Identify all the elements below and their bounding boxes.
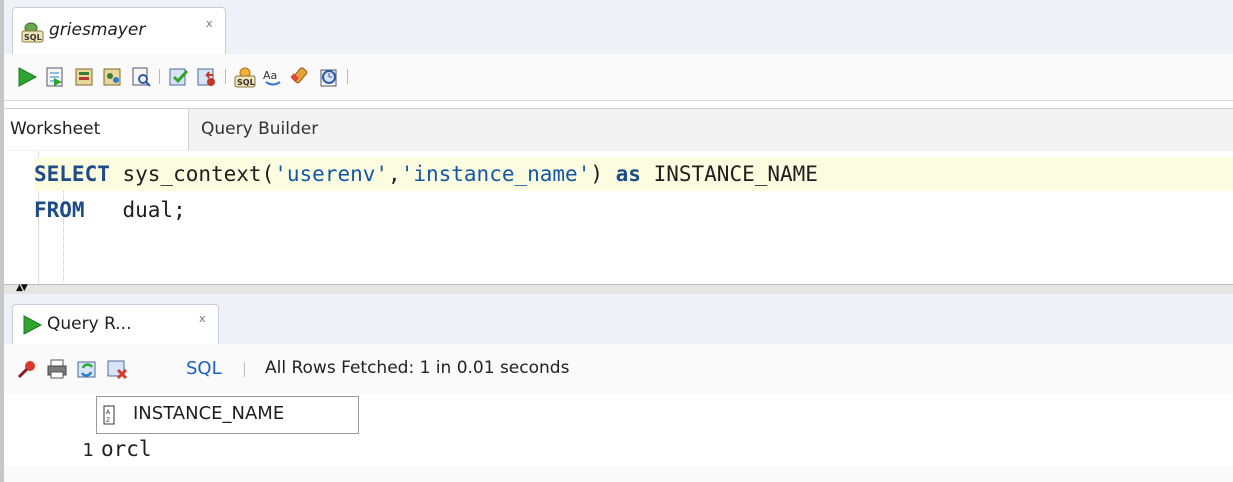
splitter-arrows-icon[interactable]: ▲▼ <box>16 284 28 293</box>
editor-tab-strip: SQL griesmayer x <box>4 0 1233 55</box>
print-icon[interactable] <box>46 358 68 380</box>
toolbar-separator <box>244 362 245 377</box>
tab-query-builder-label: Query Builder <box>201 119 319 139</box>
column-alias: INSTANCE_NAME <box>640 162 818 186</box>
sql-editor[interactable]: SELECT sys_context('userenv','instance_n… <box>4 151 1233 284</box>
cell-value: orcl <box>101 437 152 461</box>
function-call: sys_context( <box>109 162 275 186</box>
close-tab-icon[interactable]: x <box>199 312 206 325</box>
explain-plan-icon[interactable] <box>102 66 124 88</box>
worksheet-subtabs: Worksheet Query Builder <box>4 108 1233 152</box>
table-name: dual; <box>84 198 186 222</box>
sql-link[interactable]: SQL <box>186 358 222 379</box>
refresh-icon[interactable] <box>76 358 98 380</box>
keyword-select: SELECT <box>34 162 110 186</box>
comma: , <box>388 162 401 186</box>
sql-tuning-icon[interactable] <box>130 66 152 88</box>
commit-icon[interactable] <box>168 66 190 88</box>
results-toolbar: SQL All Rows Fetched: 1 in 0.01 seconds <box>4 344 1233 395</box>
grid-empty-area <box>4 466 1233 482</box>
row-number: 1 <box>82 440 94 461</box>
toolbar-separator <box>347 69 348 84</box>
keyword-as: as <box>615 162 641 186</box>
svg-text:Z: Z <box>106 417 110 424</box>
freeze-icon[interactable] <box>106 358 128 380</box>
sort-az-icon[interactable]: AZ <box>103 405 115 429</box>
table-cell[interactable]: orcl <box>96 434 358 466</box>
keyword-from: FROM <box>34 198 85 222</box>
column-header-label: INSTANCE_NAME <box>133 403 285 424</box>
string-literal: 'userenv' <box>274 162 389 186</box>
worksheet-toolbar: SQL Aa <box>4 54 1233 101</box>
results-grid: AZ INSTANCE_NAME 1 orcl <box>4 394 1233 482</box>
tab-worksheet[interactable]: Worksheet <box>4 109 189 150</box>
run-statement-icon[interactable] <box>16 66 38 88</box>
toolbar-separator <box>159 69 160 84</box>
unshared-sql-icon[interactable]: SQL <box>234 66 256 88</box>
to-upper-lower-icon[interactable]: Aa <box>262 66 284 88</box>
tab-worksheet-label: Worksheet <box>10 119 101 139</box>
query-result-tab-label: Query R... <box>47 314 132 334</box>
svg-text:SQL: SQL <box>24 33 42 42</box>
pin-icon[interactable] <box>16 358 38 380</box>
paren-close: ) <box>590 162 616 186</box>
worksheet-tab[interactable]: SQL griesmayer x <box>12 7 226 54</box>
svg-text:SQL: SQL <box>237 78 255 87</box>
code-line-2: FROM dual; <box>34 193 1233 227</box>
tab-query-builder[interactable]: Query Builder <box>201 109 318 150</box>
toolbar-separator <box>225 69 226 84</box>
worksheet-tab-label: griesmayer <box>49 20 146 40</box>
sql-connection-icon: SQL <box>21 22 45 48</box>
query-result-tab[interactable]: Query R... x <box>12 304 219 345</box>
history-icon[interactable] <box>318 66 340 88</box>
clear-icon[interactable] <box>290 66 312 88</box>
string-literal: 'instance_name' <box>400 162 591 186</box>
svg-text:Aa: Aa <box>263 69 277 82</box>
results-tab-strip: Query R... x <box>4 294 1233 345</box>
run-script-icon[interactable] <box>44 66 66 88</box>
code-line-1: SELECT sys_context('userenv','instance_n… <box>34 157 1233 191</box>
close-tab-icon[interactable]: x <box>206 17 213 30</box>
autotrace-icon[interactable] <box>74 66 96 88</box>
rollback-icon[interactable] <box>196 66 218 88</box>
fetch-status-text: All Rows Fetched: 1 in 0.01 seconds <box>265 358 570 378</box>
run-result-icon <box>21 314 43 340</box>
column-header[interactable]: AZ INSTANCE_NAME <box>96 396 359 434</box>
